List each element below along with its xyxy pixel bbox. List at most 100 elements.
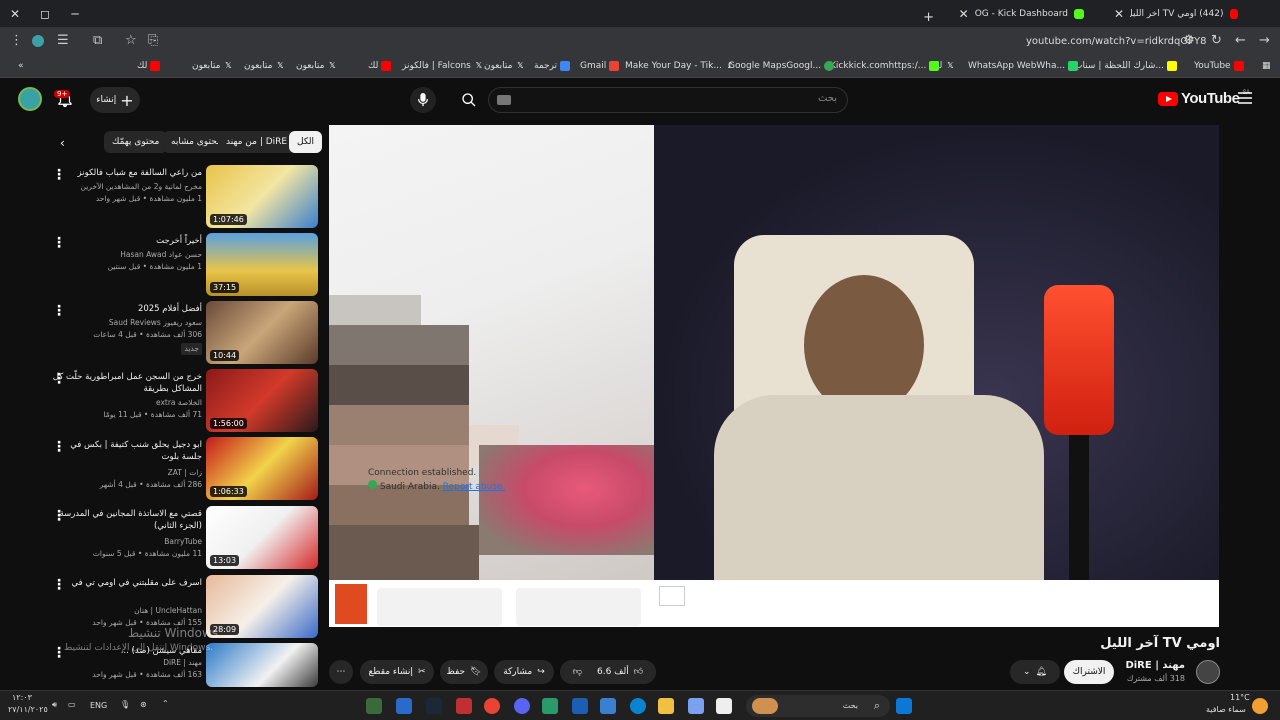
x-icon: 𝕏 xyxy=(517,61,524,70)
dislike-icon[interactable]: 👎︎ xyxy=(573,667,582,677)
install-app-icon[interactable]: ⎘ xyxy=(148,33,158,48)
channel-avatar[interactable] xyxy=(1196,660,1220,684)
copilot-icon[interactable] xyxy=(688,698,704,714)
notification-settings-button[interactable]: ⌄ 🔔︎ xyxy=(1010,660,1060,684)
back-icon[interactable]: ← xyxy=(1235,33,1246,48)
windows-start-icon[interactable] xyxy=(896,698,912,714)
list-item[interactable]: ⋮ أخيراً أخرجت حسن عواد Hasan Awad 1 ملي… xyxy=(0,233,322,297)
bookmark-item[interactable]: فالكونز | Falcons 𝕏 xyxy=(402,61,484,71)
bookmarks-overflow-icon[interactable]: « xyxy=(18,61,24,71)
youtube-logo[interactable]: YouTube SA xyxy=(1158,90,1250,107)
language-indicator[interactable]: ENG xyxy=(90,701,107,710)
app-icon[interactable] xyxy=(396,698,412,714)
maximize-window-icon[interactable]: ◻ xyxy=(30,0,60,27)
subscribe-button[interactable]: الاشتراك xyxy=(1064,660,1114,684)
create-button[interactable]: إنشاء + xyxy=(90,87,140,113)
minimize-window-icon[interactable]: ─ xyxy=(60,0,90,27)
avatar[interactable] xyxy=(18,87,42,111)
chrome-icon[interactable] xyxy=(484,698,500,714)
bookmark-item[interactable]: WhatsApp WebWha... xyxy=(968,61,1079,71)
app-icon[interactable] xyxy=(716,698,732,714)
clip-button[interactable]: إنشاء مقطع ✂ xyxy=(360,660,434,684)
list-item[interactable]: ⋮ قصتي مع الاساتذة المجانين في المدرسة (… xyxy=(0,506,322,570)
file-explorer-icon[interactable] xyxy=(658,698,674,714)
app-icon[interactable] xyxy=(366,698,382,714)
search-input[interactable]: بحث xyxy=(488,87,848,113)
video-thumbnail[interactable] xyxy=(206,643,318,687)
list-item[interactable]: ⋮ ابو دجيل يحلق شنب كتيفة | بكس في جلسة … xyxy=(0,437,322,501)
profile-icon[interactable] xyxy=(32,35,44,47)
extensions-icon[interactable]: ☰ xyxy=(57,33,69,48)
new-tab-button[interactable]: + xyxy=(920,5,934,29)
tiktok-icon: ♪ xyxy=(727,61,733,70)
bluetooth-icon[interactable]: ⊛ xyxy=(140,700,147,709)
site-settings-icon[interactable]: ⚙ xyxy=(1183,33,1195,48)
bookmark-item[interactable]: Google MapsGoogl... xyxy=(728,61,835,71)
search-highlight-icon xyxy=(752,698,778,714)
app-icon[interactable] xyxy=(456,698,472,714)
video-player[interactable] xyxy=(329,125,1219,627)
chevron-left-icon[interactable]: ‹ xyxy=(60,136,65,150)
network-icon[interactable]: ▭ xyxy=(68,700,76,709)
voice-search-button[interactable] xyxy=(410,87,436,113)
search-button[interactable] xyxy=(452,87,486,113)
bookmark-item[interactable]: Make Your Day - Tik... ♪ xyxy=(625,61,735,71)
weather-icon[interactable] xyxy=(1252,698,1268,714)
discord-icon[interactable] xyxy=(514,698,530,714)
more-actions-button[interactable]: ⋯ xyxy=(329,660,353,684)
store-icon[interactable] xyxy=(600,698,616,714)
list-item[interactable]: ⋮ خرج من السجن عمل امبراطورية حلّت كل ال… xyxy=(0,369,322,433)
video-thumbnail[interactable]: 1:07:46 xyxy=(206,165,318,228)
bookmark-item[interactable]: Kickkick.comhttps:/... xyxy=(830,61,940,71)
mic-icon[interactable]: 🎙︎ xyxy=(120,700,130,709)
bookmark-item[interactable]: لك xyxy=(137,61,161,71)
list-item[interactable]: ⋮ أفضل أفلام 2025 سعود ريفيوز Saud Revie… xyxy=(0,301,322,365)
bookmark-item[interactable]: متابعون 𝕏 xyxy=(192,61,233,71)
bookmarks-overflow-icon[interactable]: ▦ xyxy=(1262,61,1271,71)
forward-icon[interactable]: → xyxy=(1259,33,1270,48)
list-item[interactable]: ⋮ من راعي السالفة مع شباب فالكونز مخرج ل… xyxy=(0,165,322,229)
bookmark-item[interactable]: متابعون 𝕏 xyxy=(244,61,285,71)
taskbar-search[interactable]: بحث ⌕ xyxy=(746,695,890,717)
save-button[interactable]: حفظ 🔖︎ xyxy=(440,660,488,684)
bookmark-item[interactable]: Gmail xyxy=(580,61,620,71)
report-abuse-link[interactable]: Report abuse. xyxy=(443,482,506,492)
bookmark-item[interactable]: لك xyxy=(368,61,392,71)
video-thumbnail[interactable]: 37:15 xyxy=(206,233,318,296)
video-thumbnail[interactable]: 28:09 xyxy=(206,575,318,638)
bookmark-item[interactable]: ترجمة xyxy=(534,61,571,71)
keyboard-icon[interactable] xyxy=(497,95,511,105)
bookmark-item[interactable]: YouTube xyxy=(1194,61,1244,71)
close-tab-icon[interactable]: ✕ xyxy=(1114,7,1124,21)
tab-youtube-active[interactable]: (442) اومي TV آخر الليل - YouTube ✕ xyxy=(1098,2,1252,26)
video-thumbnail[interactable]: 10:44 xyxy=(206,301,318,364)
like-icon[interactable]: 👍︎ xyxy=(634,667,643,677)
url-field[interactable]: youtube.com/watch?v=ridkrdqOFY8 xyxy=(1026,36,1206,47)
tab-kick-dashboard[interactable]: OG - Kick Dashboard ✕ xyxy=(918,2,1098,26)
close-tab-icon[interactable]: ✕ xyxy=(959,7,969,21)
chip-all[interactable]: الكل xyxy=(289,131,323,153)
steam-icon[interactable] xyxy=(426,698,442,714)
edge-icon[interactable] xyxy=(630,698,646,714)
bookmark-item[interactable]: شارك اللحظة | سناب... xyxy=(1074,61,1177,71)
reload-icon[interactable]: ↻ xyxy=(1211,33,1222,48)
tab-search-icon[interactable]: ⧉ xyxy=(93,33,102,48)
app-icon[interactable] xyxy=(542,698,558,714)
video-left-pane xyxy=(329,125,654,580)
chevron-up-icon[interactable]: ⌃ xyxy=(162,699,169,708)
channel-name[interactable]: مهند | DiRE xyxy=(1125,660,1185,671)
bookmark-item[interactable]: متابعون 𝕏 xyxy=(296,61,337,71)
close-window-icon[interactable]: ✕ xyxy=(0,0,30,27)
video-thumbnail[interactable]: 1:06:33 xyxy=(206,437,318,500)
menu-dots-icon[interactable]: ⋮ xyxy=(10,33,23,48)
bookmark-item[interactable]: متابعون 𝕏 xyxy=(484,61,525,71)
video-thumbnail[interactable]: 1:56:00 xyxy=(206,369,318,432)
share-button[interactable]: مشاركة ↪ xyxy=(494,660,554,684)
volume-icon[interactable]: 🔊︎ xyxy=(52,700,57,710)
chip-from-channel[interactable]: من مهند | DiRE xyxy=(218,131,296,153)
hamburger-menu-icon[interactable] xyxy=(1238,92,1252,107)
outlook-icon[interactable] xyxy=(572,698,588,714)
bookmark-star-icon[interactable]: ☆ xyxy=(125,33,137,48)
video-thumbnail[interactable]: 13:03 xyxy=(206,506,318,569)
chip-personalized[interactable]: محتوى يهمّك xyxy=(104,131,168,153)
